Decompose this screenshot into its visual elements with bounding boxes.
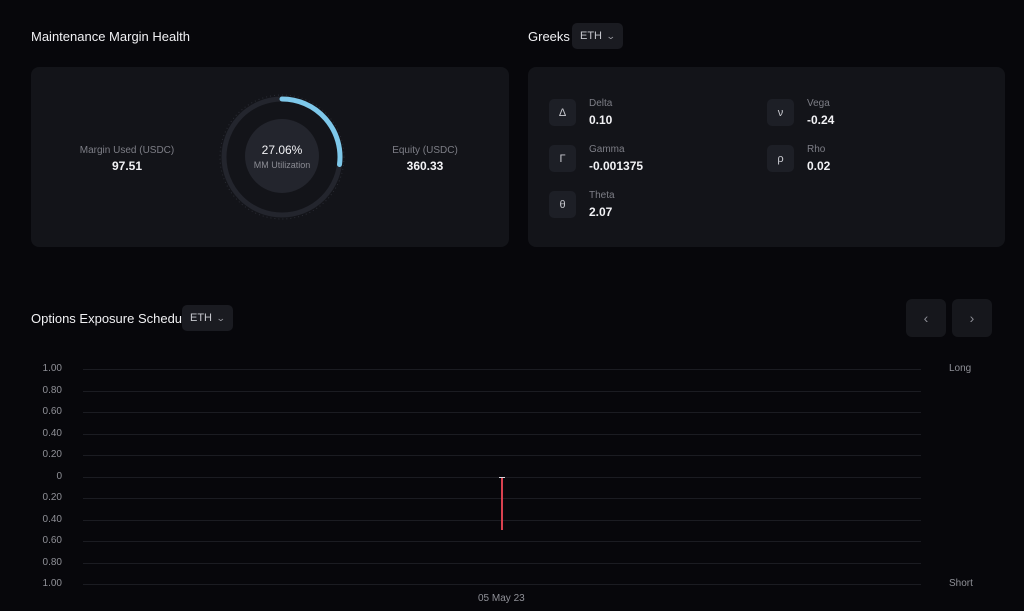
chevron-left-icon: ‹ (923, 310, 929, 326)
greek-rho: ρ Rho 0.02 (767, 144, 830, 173)
greek-delta-value: 0.10 (589, 113, 613, 127)
gridline (83, 369, 921, 370)
y-tick-label: 1.00 (42, 363, 62, 374)
exposure-asset-dropdown[interactable]: ETH ⌄ (182, 305, 233, 331)
chevron-down-icon: ⌄ (215, 312, 226, 323)
y-tick-label: 0.60 (42, 406, 62, 417)
mm-utilization-value: 27.06% (261, 142, 303, 157)
gridline (83, 412, 921, 413)
gridline (83, 455, 921, 456)
gridline (83, 391, 921, 392)
chevron-right-icon: › (969, 310, 975, 326)
greek-vega-value: -0.24 (807, 113, 835, 127)
y-tick-label: 0.40 (42, 427, 62, 439)
greek-theta-label: Theta (589, 190, 615, 201)
y-tick-label: 0.20 (42, 492, 62, 503)
gridline (83, 541, 921, 542)
greeks-title: Greeks (528, 29, 570, 44)
greek-gamma-label: Gamma (589, 144, 625, 155)
greek-vega-label: Vega (807, 98, 830, 109)
next-period-button[interactable]: › (952, 299, 992, 337)
greeks-asset-value: ETH (580, 30, 602, 42)
exposure-bar[interactable] (501, 476, 503, 531)
exposure-title: Options Exposure Schedule (31, 311, 193, 326)
greek-gamma-value: -0.001375 (589, 159, 644, 173)
y-tick-label: 0.20 (42, 449, 62, 460)
gridline (83, 563, 921, 564)
y-tick-label: 0.80 (42, 556, 62, 568)
greek-gamma: Γ Gamma -0.001375 (549, 144, 643, 173)
long-label: Long (949, 363, 972, 374)
gauge-center: 27.06% MM Utilization (245, 119, 319, 193)
greek-delta: Δ Delta 0.10 (549, 98, 612, 127)
y-tick-label: 0.40 (42, 513, 62, 525)
prev-period-button[interactable]: ‹ (906, 299, 946, 337)
x-tick-label: 05 May 23 (478, 593, 525, 604)
greeks-card: Δ Delta 0.10 ν Vega -0.24 Γ Gamma -0.001… (528, 67, 1005, 247)
greek-delta-label: Delta (589, 98, 613, 109)
rho-icon: ρ (767, 145, 794, 172)
greek-vega: ν Vega -0.24 (767, 98, 834, 127)
greeks-asset-dropdown[interactable]: ETH ⌄ (572, 23, 623, 49)
gridline (83, 434, 921, 435)
theta-icon: θ (549, 191, 576, 218)
greek-theta: θ Theta 2.07 (549, 190, 615, 219)
greek-rho-label: Rho (807, 144, 826, 155)
bar-cap (499, 476, 505, 478)
y-tick-label: 0.60 (42, 535, 62, 546)
short-label: Short (949, 578, 973, 589)
gamma-icon: Γ (549, 145, 576, 172)
mm-utilization-label: MM Utilization (253, 159, 311, 170)
y-tick-label: 1.00 (42, 578, 62, 589)
chevron-down-icon: ⌄ (605, 30, 616, 41)
vega-icon: ν (767, 99, 794, 126)
y-tick-label: 0.80 (42, 384, 62, 396)
exposure-asset-value: ETH (190, 312, 212, 324)
gridline (83, 584, 921, 585)
delta-icon: Δ (549, 99, 576, 126)
y-tick-label: 0 (56, 470, 62, 482)
greek-theta-value: 2.07 (589, 205, 613, 219)
greek-rho-value: 0.02 (807, 159, 831, 173)
